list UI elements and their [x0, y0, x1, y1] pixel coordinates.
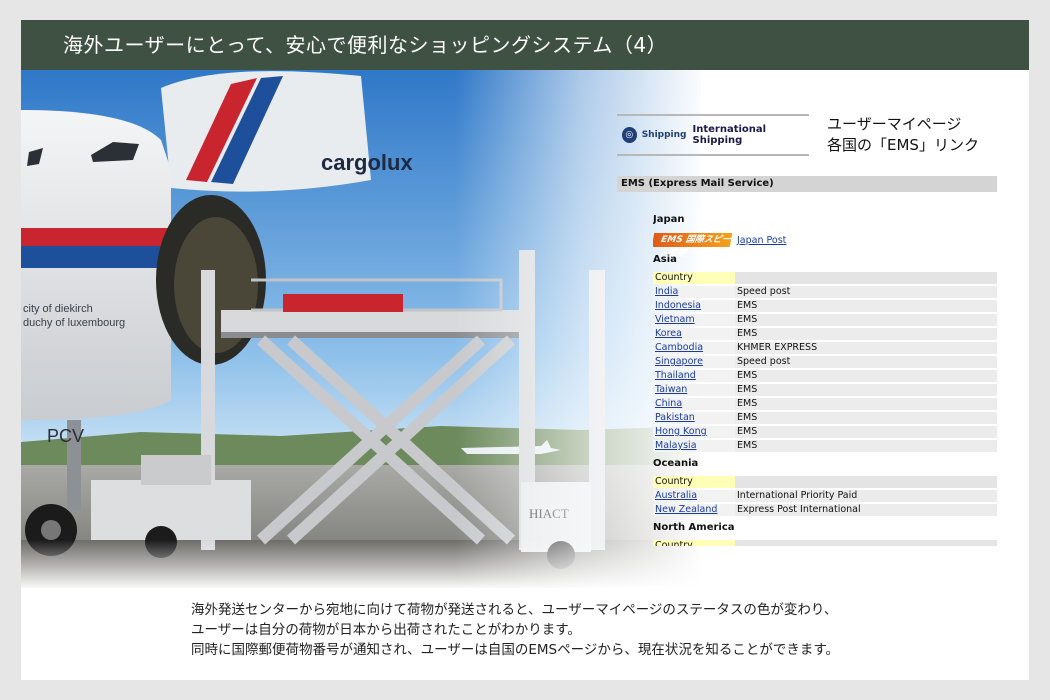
slide-frame: 海外ユーザーにとって、安心で便利なショッピングシステム（4） cargolux …: [21, 20, 1029, 680]
country-link[interactable]: Hong Kong: [655, 426, 707, 437]
country-link[interactable]: Thailand: [655, 370, 696, 381]
table-header-row: Country: [653, 540, 997, 546]
country-link[interactable]: Vietnam: [655, 314, 695, 325]
shipping-title: International Shipping: [692, 124, 767, 146]
service-header-cell: [735, 476, 997, 488]
country-link[interactable]: New Zealand: [655, 504, 717, 515]
country-link[interactable]: Taiwan: [655, 384, 687, 395]
country-cell: Pakistan: [653, 412, 735, 424]
shipping-word: Shipping: [641, 130, 687, 140]
country-header-cell: Country: [653, 272, 735, 284]
service-cell: EMS: [735, 328, 997, 340]
service-cell: EMS: [735, 426, 997, 438]
service-header-cell: [735, 540, 997, 546]
country-link[interactable]: India: [655, 286, 678, 297]
caption-text: 海外発送センターから宛地に向けて荷物が発送されると、ユーザーマイページのステータ…: [191, 600, 951, 660]
caption-line-3: 同時に国際郵便荷物番号が通知され、ユーザーは自国のEMSページから、現在状況を知…: [191, 642, 839, 658]
country-link[interactable]: Pakistan: [655, 412, 695, 423]
region-title-japan: Japan: [653, 214, 685, 225]
country-link[interactable]: Korea: [655, 328, 682, 339]
table-row: New Zealand Express Post International: [653, 504, 997, 516]
region-title: North America: [653, 522, 735, 533]
page-title: 海外ユーザーにとって、安心で便利なショッピングシステム（4）: [21, 20, 1029, 70]
ems-logo-icon: EMS 国際スピード郵便: [653, 233, 733, 259]
japan-row: EMS 国際スピード郵便 Japan Post: [653, 230, 997, 259]
loader-text: HIACT: [529, 506, 569, 521]
service-cell: EMS: [735, 398, 997, 410]
ems-country-list: Japan EMS 国際スピード郵便 Japan Post Asia Countr…: [653, 210, 997, 546]
country-header-cell: Country: [653, 540, 735, 546]
country-cell: Singapore: [653, 356, 735, 368]
table-row: China EMS: [653, 398, 997, 410]
region-title: Asia: [653, 252, 997, 270]
service-header-cell: [735, 272, 997, 284]
country-cell: Hong Kong: [653, 426, 735, 438]
country-cell: Taiwan: [653, 384, 735, 396]
service-cell: International Priority Paid: [735, 490, 997, 502]
ems-section-bar: EMS (Express Mail Service): [617, 176, 997, 192]
table-row: Singapore Speed post: [653, 356, 997, 368]
cargo-plane-photo: cargolux city of diekirch duchy of luxem…: [21, 70, 701, 588]
country-link[interactable]: Indonesia: [655, 300, 701, 311]
japan-post-link[interactable]: Japan Post: [737, 235, 786, 246]
country-link[interactable]: Malaysia: [655, 440, 697, 451]
service-cell: Speed post: [735, 286, 997, 298]
region-title: Oceania: [653, 458, 699, 469]
country-header-cell: Country: [653, 476, 735, 488]
caption-line-1: 海外発送センターから宛地に向けて荷物が発送されると、ユーザーマイページのステータ…: [191, 602, 838, 618]
caption-line-2: ユーザーは自分の荷物が日本から出荷されたことがわかります。: [191, 622, 581, 638]
service-cell: Speed post: [735, 356, 997, 368]
service-cell: EMS: [735, 440, 997, 452]
region-table: CountryUnited StatesExpress Mail Interna…: [653, 538, 997, 546]
country-cell: Cambodia: [653, 342, 735, 354]
service-cell: EMS: [735, 384, 997, 396]
table-row: India Speed post: [653, 286, 997, 298]
table-row: Indonesia EMS: [653, 300, 997, 312]
region-table: Country India Speed post Indonesia EMS Vietna…: [653, 270, 997, 454]
country-cell: New Zealand: [653, 504, 735, 516]
regions-container: AsiaCountryIndiaSpeed postIndonesiaEMSVi…: [653, 252, 997, 546]
region-table: Country Australia International Priority P…: [653, 474, 997, 518]
callout-text: ユーザーマイページ 各国の「EMS」リンク: [827, 114, 1017, 156]
fuselage-text-2: duchy of luxembourg: [23, 317, 125, 329]
shipping-logo-icon: ◎: [622, 127, 637, 143]
country-cell: Australia: [653, 490, 735, 502]
table-row: Thailand EMS: [653, 370, 997, 382]
country-cell: Indonesia: [653, 300, 735, 312]
callout-line-2: 各国の「EMS」リンク: [827, 136, 979, 154]
table-row: Pakistan EMS: [653, 412, 997, 424]
fuselage-text-1: city of diekirch: [23, 303, 93, 315]
table-row: Korea EMS: [653, 328, 997, 340]
country-link[interactable]: Cambodia: [655, 342, 703, 353]
service-cell: EMS: [735, 314, 997, 326]
country-cell: China: [653, 398, 735, 410]
callout-line-1: ユーザーマイページ: [827, 115, 962, 133]
table-row: Vietnam EMS: [653, 314, 997, 326]
country-cell: Thailand: [653, 370, 735, 382]
country-cell: India: [653, 286, 735, 298]
table-header-row: Country: [653, 272, 997, 284]
table-row: Cambodia KHMER EXPRESS: [653, 342, 997, 354]
service-cell: EMS: [735, 300, 997, 312]
country-link[interactable]: China: [655, 398, 682, 409]
table-row: Australia International Priority Paid: [653, 490, 997, 502]
cargo-brand-text: cargolux: [321, 150, 413, 175]
table-row: Taiwan EMS: [653, 384, 997, 396]
table-row: Malaysia EMS: [653, 440, 997, 452]
table-header-row: Country: [653, 476, 997, 488]
country-link[interactable]: Australia: [655, 490, 697, 501]
nose-code-text: PCV: [47, 426, 84, 446]
service-cell: KHMER EXPRESS: [735, 342, 997, 354]
service-cell: EMS: [735, 412, 997, 424]
shipping-page-header: ◎ Shipping International Shipping: [617, 114, 809, 156]
country-link[interactable]: Singapore: [655, 356, 703, 367]
country-cell: Vietnam: [653, 314, 735, 326]
service-cell: Express Post International: [735, 504, 997, 516]
country-cell: Malaysia: [653, 440, 735, 452]
table-row: Hong Kong EMS: [653, 426, 997, 438]
country-cell: Korea: [653, 328, 735, 340]
service-cell: EMS: [735, 370, 997, 382]
